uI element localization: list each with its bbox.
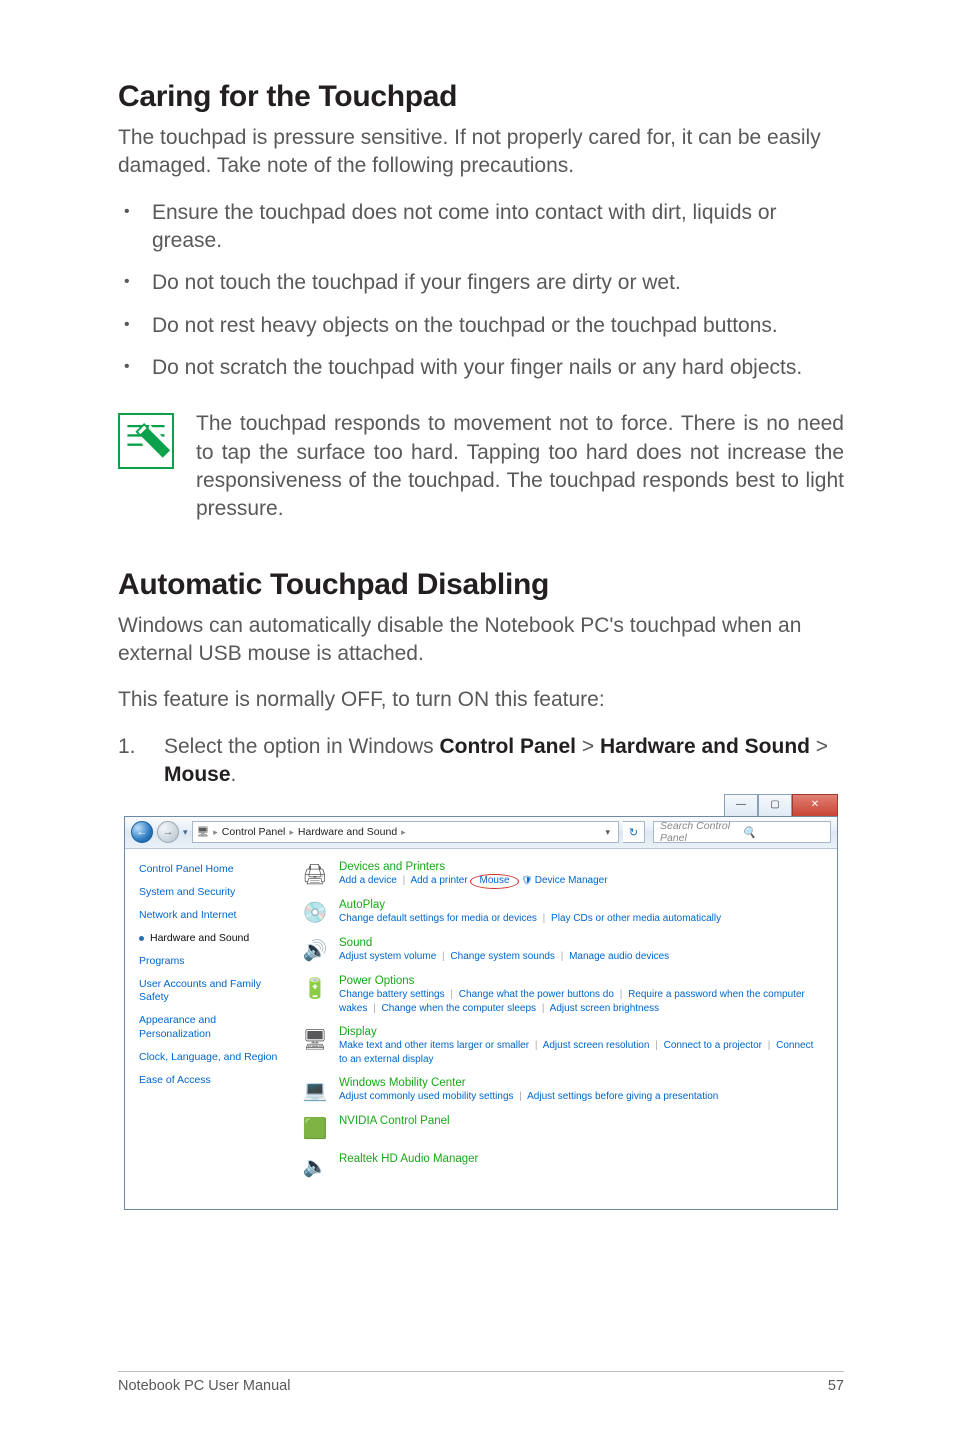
cat-title[interactable]: Devices and Printers <box>339 861 819 873</box>
cat-sound: 🔊 Sound Adjust system volume | Change sy… <box>301 937 819 965</box>
breadcrumb-sep-icon: ▸ <box>213 827 218 838</box>
step-content: Select the option in Windows Control Pan… <box>164 733 844 790</box>
breadcrumb[interactable]: 🖥 ▸ Control Panel ▸ Hardware and Sound ▸… <box>192 821 619 843</box>
bullet-item: Ensure the touchpad does not come into c… <box>118 199 844 256</box>
cat-title[interactable]: Display <box>339 1026 819 1038</box>
cat-autoplay: 💿 AutoPlay Change default settings for m… <box>301 899 819 927</box>
footer-title: Notebook PC User Manual <box>118 1378 290 1394</box>
breadcrumb-root-icon: 🖥 <box>197 827 210 838</box>
sidebar-item-ease-of-access[interactable]: Ease of Access <box>139 1074 287 1087</box>
page-number: 57 <box>828 1378 844 1394</box>
cat-links[interactable]: Change battery settings | Change what th… <box>339 988 819 1016</box>
cp-sidebar: Control Panel Home System and Security N… <box>125 849 297 1209</box>
breadcrumb-item[interactable]: Control Panel <box>222 826 286 838</box>
cat-devices-printers: 🖨 Devices and Printers Add a device | Ad… <box>301 861 819 889</box>
cat-display: 🖥 Display Make text and other items larg… <box>301 1026 819 1067</box>
cat-links[interactable]: Add a device | Add a printer Mouse 🛡Devi… <box>339 874 819 888</box>
cat-links[interactable]: Change default settings for media or dev… <box>339 912 819 926</box>
section2-p1: Windows can automatically disable the No… <box>118 612 844 669</box>
sidebar-home[interactable]: Control Panel Home <box>139 863 287 876</box>
sidebar-item-appearance[interactable]: Appearance and Personalization <box>139 1014 287 1040</box>
sidebar-item-programs[interactable]: Programs <box>139 955 287 968</box>
bullet-item: Do not rest heavy objects on the touchpa… <box>118 312 844 340</box>
step-sep: > <box>810 735 828 758</box>
breadcrumb-item[interactable]: Hardware and Sound <box>298 826 397 838</box>
sidebar-item-clock-language[interactable]: Clock, Language, and Region <box>139 1051 287 1064</box>
cat-mobility-center: 💻 Windows Mobility Center Adjust commonl… <box>301 1077 819 1105</box>
cat-title[interactable]: NVIDIA Control Panel <box>339 1115 819 1127</box>
realtek-icon: 🔈 <box>301 1153 329 1181</box>
cat-power-options: 🔋 Power Options Change battery settings … <box>301 975 819 1016</box>
breadcrumb-sep-icon: ▸ <box>289 827 294 838</box>
battery-icon: 🔋 <box>301 975 329 1003</box>
cat-links[interactable]: Adjust system volume | Change system sou… <box>339 950 819 964</box>
bullet-item: Do not touch the touchpad if your finger… <box>118 269 844 297</box>
control-panel-window: — ▢ ✕ ← → ▾ 🖥 ▸ Control Panel ▸ Hardware… <box>124 816 838 1210</box>
section2-title: Automatic Touchpad Disabling <box>118 568 844 602</box>
search-icon: 🔍 <box>742 826 824 839</box>
sidebar-item-network-internet[interactable]: Network and Internet <box>139 909 287 922</box>
cat-realtek: 🔈 Realtek HD Audio Manager <box>301 1153 819 1181</box>
step-bold: Hardware and Sound <box>600 735 810 758</box>
monitor-icon: 🖥 <box>301 1026 329 1054</box>
cat-title[interactable]: Realtek HD Audio Manager <box>339 1153 819 1165</box>
window-chrome: — ▢ ✕ <box>724 794 838 816</box>
cp-body: Control Panel Home System and Security N… <box>125 849 837 1209</box>
precautions-list: Ensure the touchpad does not come into c… <box>118 199 844 383</box>
cat-nvidia: 🟩 NVIDIA Control Panel <box>301 1115 819 1143</box>
section1-title: Caring for the Touchpad <box>118 80 844 114</box>
step-bold: Mouse <box>164 763 231 786</box>
step-bold: Control Panel <box>439 735 576 758</box>
step-text: Select the option in Windows <box>164 735 439 758</box>
section1-intro: The touchpad is pressure sensitive. If n… <box>118 124 844 181</box>
section2-p2: This feature is normally OFF, to turn ON… <box>118 686 844 714</box>
forward-button[interactable]: → <box>157 821 179 843</box>
minimize-button[interactable]: — <box>724 794 758 816</box>
note-text: The touchpad responds to movement not to… <box>196 410 844 523</box>
note-icon <box>118 413 174 469</box>
step-number: 1. <box>118 733 164 790</box>
search-input[interactable]: Search Control Panel 🔍 <box>653 821 831 843</box>
cat-title[interactable]: Power Options <box>339 975 819 987</box>
maximize-button[interactable]: ▢ <box>758 794 792 816</box>
step-sep: > <box>576 735 600 758</box>
breadcrumb-dropdown-icon[interactable]: ▾ <box>605 827 614 838</box>
cat-links[interactable]: Make text and other items larger or smal… <box>339 1039 819 1067</box>
disc-icon: 💿 <box>301 899 329 927</box>
cat-links[interactable]: Adjust commonly used mobility settings |… <box>339 1090 819 1104</box>
cat-title[interactable]: Sound <box>339 937 819 949</box>
cat-title[interactable]: AutoPlay <box>339 899 819 911</box>
note-block: The touchpad responds to movement not to… <box>118 410 844 523</box>
sidebar-item-hardware-sound[interactable]: Hardware and Sound <box>150 932 249 945</box>
page-footer: Notebook PC User Manual 57 <box>118 1371 844 1394</box>
search-placeholder: Search Control Panel <box>660 820 742 844</box>
breadcrumb-sep-icon: ▸ <box>401 827 406 838</box>
sidebar-item-system-security[interactable]: System and Security <box>139 886 287 899</box>
printer-icon: 🖨 <box>301 861 329 889</box>
sidebar-item-user-accounts[interactable]: User Accounts and Family Safety <box>139 978 287 1004</box>
current-marker-icon <box>139 936 144 941</box>
cp-main: 🖨 Devices and Printers Add a device | Ad… <box>297 849 837 1209</box>
history-dropdown[interactable]: ▾ <box>183 827 188 838</box>
cat-title[interactable]: Windows Mobility Center <box>339 1077 819 1089</box>
close-button[interactable]: ✕ <box>792 794 838 816</box>
speaker-icon: 🔊 <box>301 937 329 965</box>
nvidia-icon: 🟩 <box>301 1115 329 1143</box>
step-text: . <box>231 763 237 786</box>
nav-bar: ← → ▾ 🖥 ▸ Control Panel ▸ Hardware and S… <box>125 817 837 849</box>
laptop-icon: 💻 <box>301 1077 329 1105</box>
refresh-button[interactable]: ↻ <box>623 821 645 843</box>
step-1: 1. Select the option in Windows Control … <box>118 733 844 790</box>
back-button[interactable]: ← <box>131 821 153 843</box>
bullet-item: Do not scratch the touchpad with your fi… <box>118 354 844 382</box>
